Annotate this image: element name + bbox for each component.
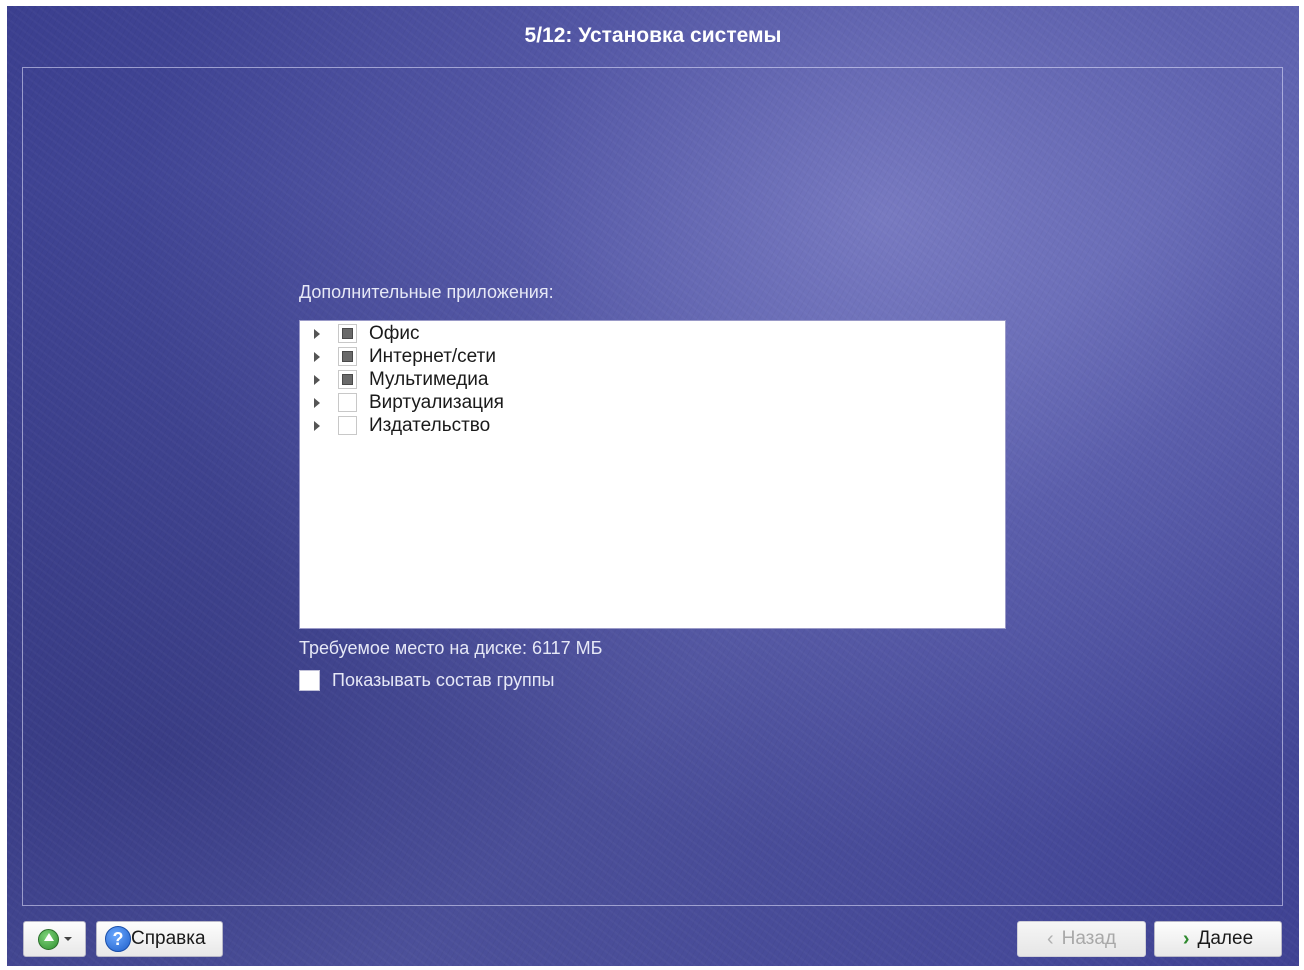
expander-icon[interactable]: [314, 328, 320, 339]
group-label: Офис: [369, 322, 420, 344]
help-button[interactable]: ? Справка: [96, 921, 223, 957]
back-button[interactable]: ‹ Назад: [1017, 921, 1146, 957]
group-label: Интернет/сети: [369, 345, 496, 367]
tree-row-multimedia[interactable]: Мультимедиа: [300, 368, 1005, 391]
expander-icon[interactable]: [314, 420, 320, 431]
tree-row-virtualization[interactable]: Виртуализация: [300, 391, 1005, 414]
next-button-label: Далее: [1197, 928, 1254, 949]
chevron-left-icon: ‹: [1046, 927, 1054, 950]
package-groups-tree[interactable]: Офис Интернет/сети Мультимедиа Виртуализ…: [299, 320, 1006, 629]
group-checkbox-internet[interactable]: [338, 347, 357, 366]
group-label: Виртуализация: [369, 391, 504, 413]
expander-icon[interactable]: [314, 397, 320, 408]
group-checkbox-publishing[interactable]: [338, 416, 357, 435]
group-checkbox-virtualization[interactable]: [338, 393, 357, 412]
group-label: Издательство: [369, 414, 491, 436]
show-group-label[interactable]: Показывать состав группы: [332, 670, 554, 691]
section-label: Дополнительные приложения:: [299, 282, 554, 302]
next-button[interactable]: › Далее: [1154, 921, 1282, 957]
help-icon: ?: [105, 926, 131, 952]
chevron-down-icon: [63, 937, 72, 941]
show-group-option[interactable]: Показывать состав группы: [299, 669, 554, 691]
up-arrow-icon: [37, 928, 59, 950]
show-group-checkbox[interactable]: [299, 669, 320, 691]
installer-screen: 5/12: Установка системы Дополнительные п…: [7, 6, 1299, 966]
expander-icon[interactable]: [314, 374, 320, 385]
help-button-label: Справка: [131, 928, 206, 949]
group-label: Мультимедиа: [369, 368, 489, 390]
tree-row-office[interactable]: Офис: [300, 322, 1005, 345]
group-checkbox-office[interactable]: [338, 324, 357, 343]
page-title: 5/12: Установка системы: [524, 24, 782, 47]
disk-space-label: Требуемое место на диске: 6117 МБ: [299, 638, 603, 658]
expander-icon[interactable]: [314, 351, 320, 362]
tree-row-publishing[interactable]: Издательство: [300, 414, 1005, 437]
tree-row-internet[interactable]: Интернет/сети: [300, 345, 1005, 368]
back-button-label: Назад: [1061, 928, 1117, 949]
chevron-right-icon: ›: [1182, 927, 1190, 950]
group-checkbox-multimedia[interactable]: [338, 370, 357, 389]
menu-button[interactable]: [23, 921, 86, 957]
